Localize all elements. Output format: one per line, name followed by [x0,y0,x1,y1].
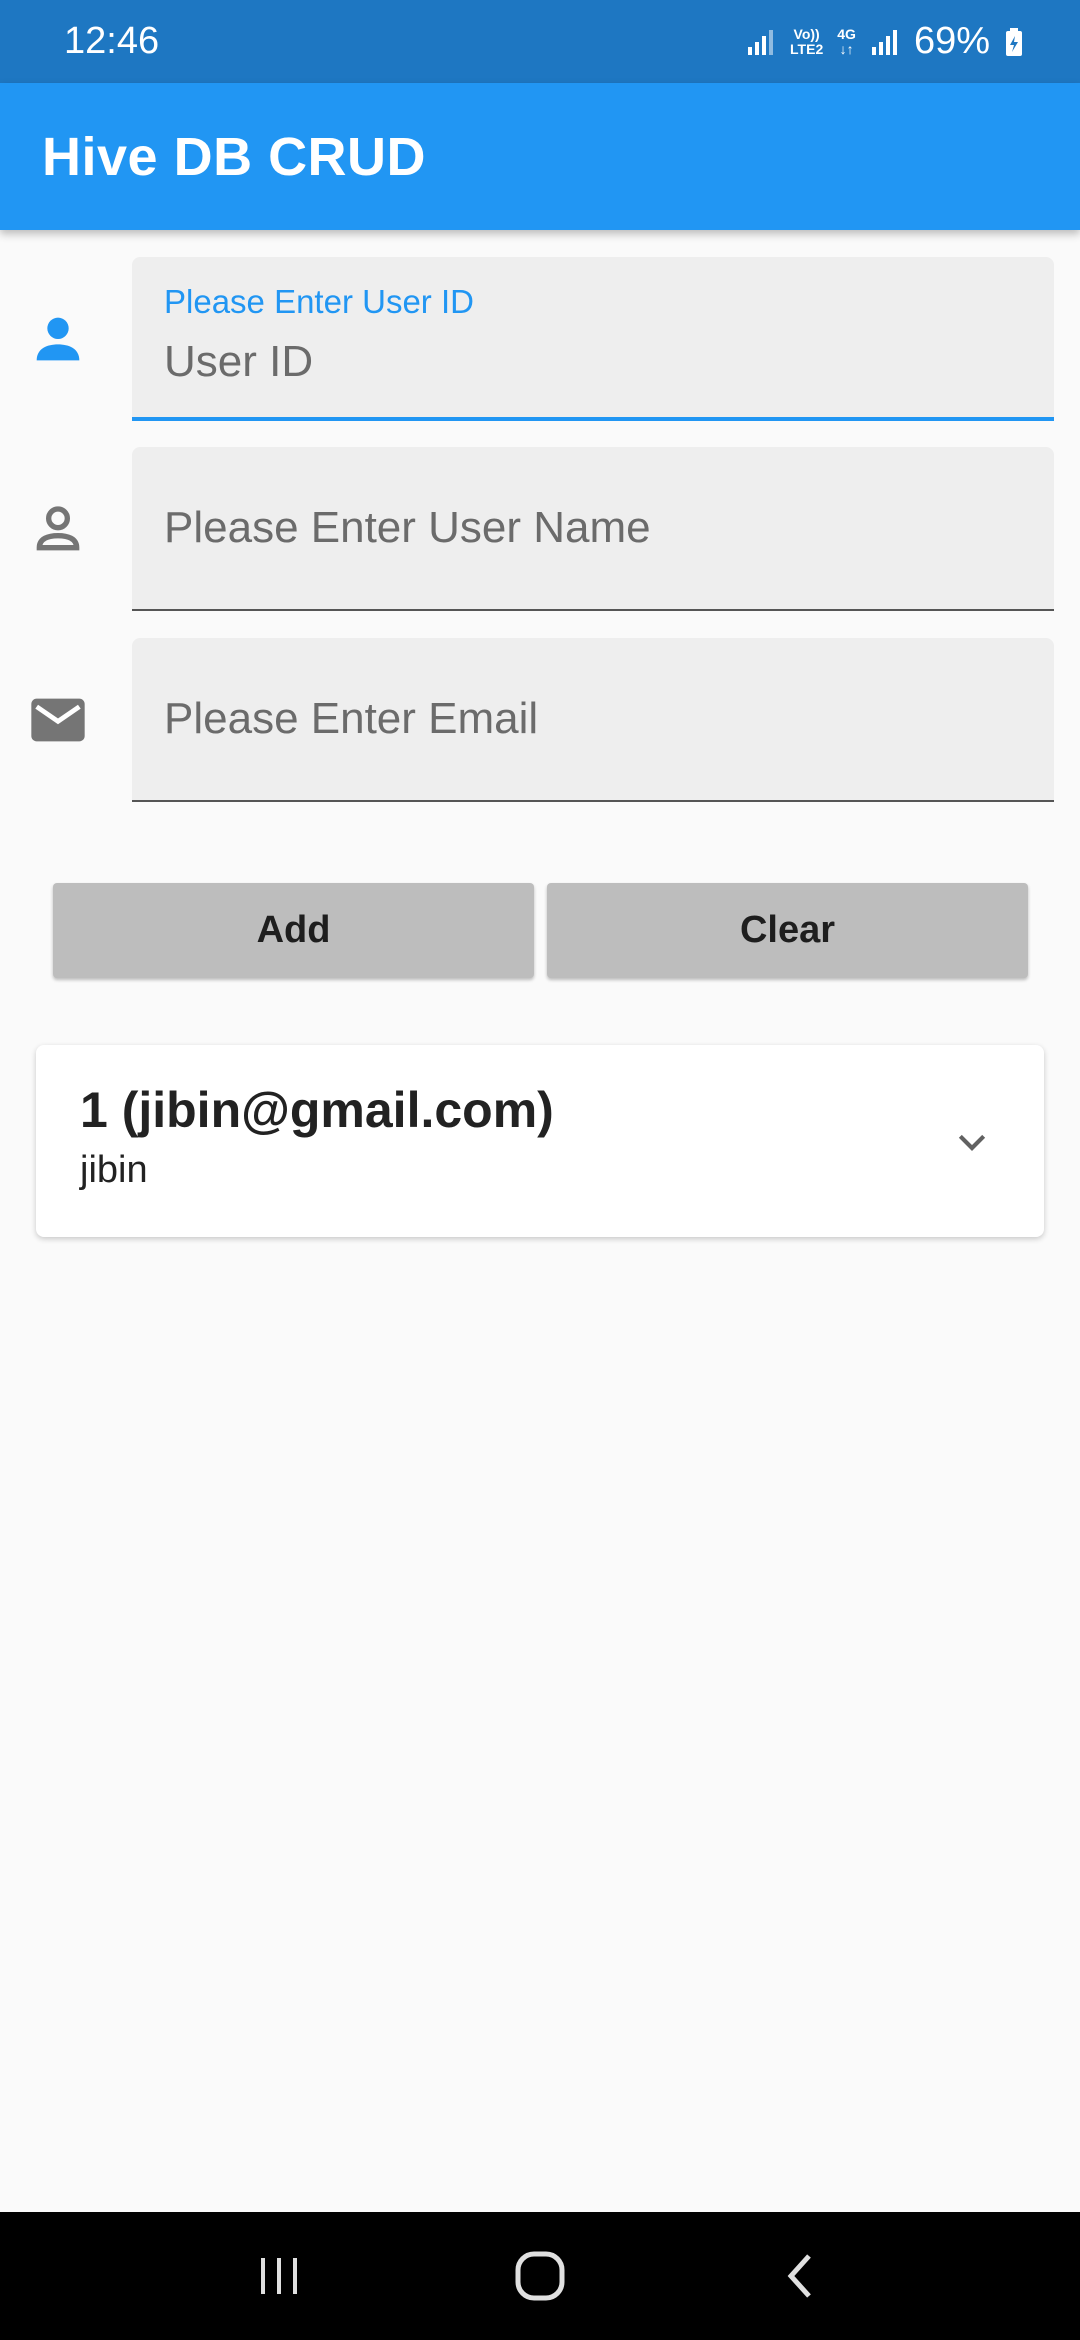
mail-icon [31,698,85,742]
email-input[interactable]: Please Enter Email [164,694,538,744]
status-time: 12:46 [64,20,160,62]
status-icons: Vo)) LTE2 4G ↓↑ 69% [746,20,1024,63]
network-label: Vo)) LTE2 [790,25,824,57]
email-row: Please Enter Email [0,638,1080,802]
network-type: 4G ↓↑ [837,25,856,57]
signal-icon [871,29,897,55]
back-icon[interactable] [777,2252,825,2300]
person-outline-icon [36,506,80,551]
email-field[interactable]: Please Enter Email [132,638,1054,802]
user-id-field[interactable]: Please Enter User ID User ID [132,257,1054,421]
home-icon[interactable] [514,2250,566,2302]
user-name-input[interactable]: Please Enter User Name [164,503,651,553]
person-filled-icon [36,317,80,361]
app-bar: Hive DB CRUD [0,83,1080,230]
user-id-label: Please Enter User ID [164,283,474,320]
list-item-title: 1 (jibin@gmail.com) [80,1082,554,1138]
network-label-bottom: LTE2 [790,40,824,57]
battery-percent: 69% [913,20,990,62]
app-title: Hive DB CRUD [42,126,427,187]
clear-button[interactable]: Clear [547,883,1028,978]
recent-apps-icon[interactable] [255,2252,303,2300]
status-bar: 12:46 Vo)) LTE2 4G ↓↑ 69% [0,0,1080,83]
battery-icon [1006,27,1022,56]
system-nav-bar [0,2212,1080,2340]
data-arrows-icon: ↓↑ [839,40,854,57]
network-label-top: Vo)) [793,25,820,42]
list-item[interactable]: 1 (jibin@gmail.com) jibin [36,1045,1044,1237]
network-type-label: 4G [837,25,856,42]
user-id-input[interactable]: User ID [164,337,313,387]
add-button[interactable]: Add [53,883,534,978]
user-name-row: Please Enter User Name [0,447,1080,611]
signal-icon [748,29,774,55]
user-id-row: Please Enter User ID User ID [0,257,1080,421]
user-name-field[interactable]: Please Enter User Name [132,447,1054,611]
chevron-down-icon[interactable] [952,1123,992,1163]
list-item-subtitle: jibin [80,1149,148,1191]
